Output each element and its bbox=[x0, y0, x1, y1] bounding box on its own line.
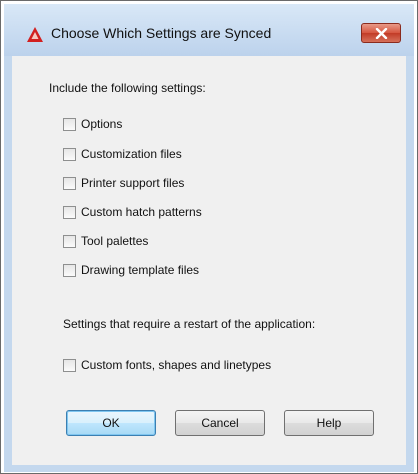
dialog-title: Choose Which Settings are Synced bbox=[51, 25, 272, 41]
include-settings-heading: Include the following settings: bbox=[49, 81, 206, 95]
checkbox-customization-files[interactable]: Customization files bbox=[63, 145, 182, 163]
checkbox-options[interactable]: Options bbox=[63, 115, 122, 133]
checkbox-drawing-template-files[interactable]: Drawing template files bbox=[63, 261, 199, 279]
checkbox-box[interactable] bbox=[63, 234, 76, 248]
checkbox-label: Customization files bbox=[81, 147, 182, 161]
checkbox-label: Custom hatch patterns bbox=[81, 205, 202, 219]
checkbox-label: Printer support files bbox=[81, 176, 185, 190]
checkbox-custom-fonts-shapes-linetypes[interactable]: Custom fonts, shapes and linetypes bbox=[63, 356, 271, 374]
checkbox-label: Drawing template files bbox=[81, 263, 200, 277]
checkbox-label: Tool palettes bbox=[81, 234, 149, 248]
checkbox-label: Options bbox=[81, 117, 123, 131]
autocad-triangle-icon bbox=[27, 27, 43, 42]
checkbox-box[interactable] bbox=[63, 117, 76, 131]
window-border-bottom bbox=[4, 465, 414, 472]
checkbox-box[interactable] bbox=[63, 358, 76, 372]
close-button[interactable] bbox=[361, 23, 401, 43]
window-border-left bbox=[4, 56, 12, 472]
checkbox-box[interactable] bbox=[63, 147, 76, 161]
checkbox-label: Custom fonts, shapes and linetypes bbox=[81, 358, 272, 372]
checkbox-tool-palettes[interactable]: Tool palettes bbox=[63, 232, 148, 250]
close-icon bbox=[375, 28, 388, 39]
restart-settings-heading: Settings that require a restart of the a… bbox=[63, 317, 316, 331]
help-button[interactable]: Help bbox=[284, 410, 374, 436]
title-bar[interactable]: Choose Which Settings are Synced bbox=[4, 4, 414, 56]
checkbox-custom-hatch-patterns[interactable]: Custom hatch patterns bbox=[63, 203, 202, 221]
checkbox-box[interactable] bbox=[63, 263, 76, 277]
window-border-right bbox=[406, 56, 414, 472]
ok-button[interactable]: OK bbox=[66, 410, 156, 436]
checkbox-box[interactable] bbox=[63, 205, 76, 219]
checkbox-printer-support-files[interactable]: Printer support files bbox=[63, 174, 184, 192]
checkbox-box[interactable] bbox=[63, 176, 76, 190]
dialog-window: Choose Which Settings are Synced Include… bbox=[0, 0, 418, 474]
cancel-button[interactable]: Cancel bbox=[175, 410, 265, 436]
